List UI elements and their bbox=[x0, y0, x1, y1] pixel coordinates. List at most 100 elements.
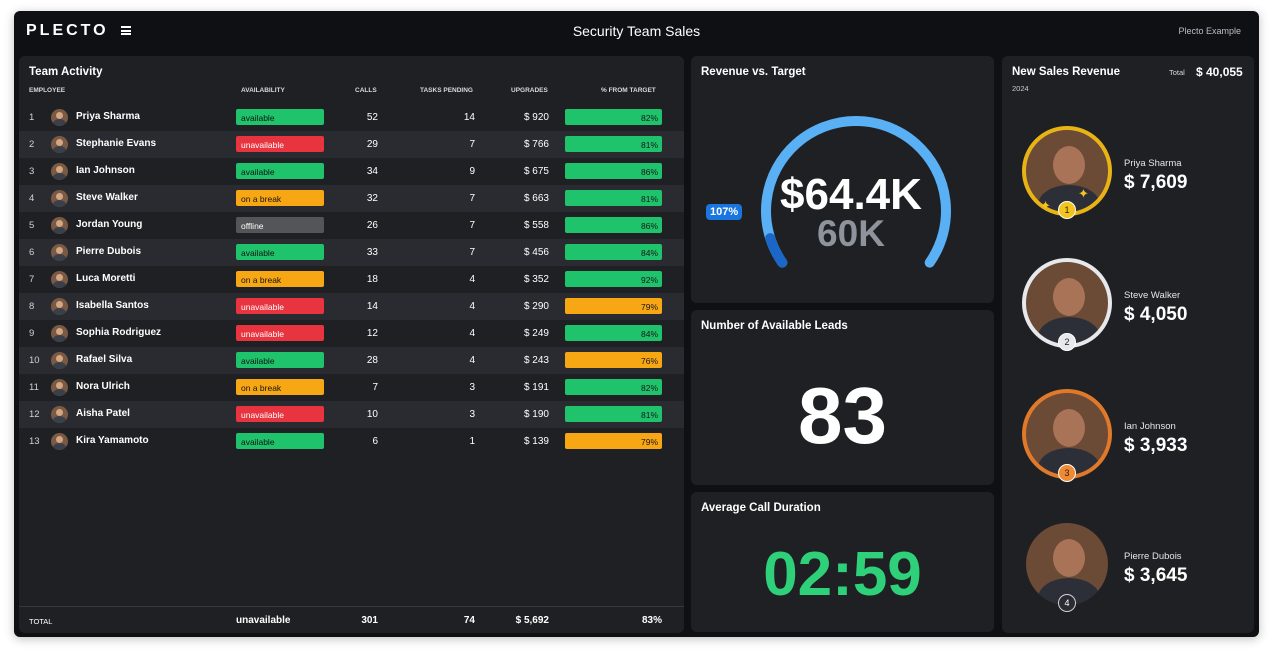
upgrades-cell: $ 558 bbox=[523, 220, 549, 231]
dashboard-frame: PLECTO Security Team Sales Plecto Exampl… bbox=[14, 11, 1259, 637]
employee-name[interactable]: Pierre Dubois bbox=[76, 246, 141, 257]
employee-name[interactable]: Luca Moretti bbox=[76, 273, 135, 284]
table-row[interactable]: 1 Priya Sharma available 52 14 $ 920 82% bbox=[19, 104, 684, 131]
availability-badge: on a break bbox=[236, 379, 324, 395]
leaderboard-entry[interactable]: 1 Priya Sharma $ 7,609 ✦ ✦ bbox=[1022, 126, 1252, 236]
total-label: TOTAL bbox=[29, 617, 53, 626]
table-row[interactable]: 5 Jordan Young offline 26 7 $ 558 86% bbox=[19, 212, 684, 239]
row-rank: 4 bbox=[29, 193, 35, 204]
availability-badge: available bbox=[236, 163, 324, 179]
availability-badge: available bbox=[236, 109, 324, 125]
row-rank: 3 bbox=[29, 166, 35, 177]
avatar bbox=[51, 244, 68, 261]
table-row[interactable]: 8 Isabella Santos unavailable 14 4 $ 290 79% bbox=[19, 293, 684, 320]
employee-name[interactable]: Priya Sharma bbox=[76, 111, 140, 122]
tasks-cell: 1 bbox=[469, 436, 475, 447]
employee-name[interactable]: Ian Johnson bbox=[76, 165, 135, 176]
calls-cell: 26 bbox=[366, 220, 378, 231]
table-row[interactable]: 6 Pierre Dubois available 33 7 $ 456 84% bbox=[19, 239, 684, 266]
table-row[interactable]: 12 Aisha Patel unavailable 10 3 $ 190 81% bbox=[19, 401, 684, 428]
upgrades-cell: $ 920 bbox=[523, 112, 549, 123]
leader-name: Pierre Dubois bbox=[1124, 551, 1182, 562]
tasks-cell: 9 bbox=[469, 166, 475, 177]
avatar bbox=[51, 136, 68, 153]
avatar bbox=[51, 271, 68, 288]
leaderboard-entry[interactable]: 2 Steve Walker $ 4,050 bbox=[1022, 258, 1252, 368]
availability-badge: unavailable bbox=[236, 298, 324, 314]
panel-title: Team Activity bbox=[29, 66, 103, 78]
calls-cell: 18 bbox=[366, 274, 378, 285]
target-percent-badge: 81% bbox=[565, 406, 662, 422]
calls-cell: 12 bbox=[366, 328, 378, 339]
row-rank: 6 bbox=[29, 247, 35, 258]
average-call-duration-panel: Average Call Duration 02:59 bbox=[691, 492, 994, 632]
column-header-upgrades: UPGRADES bbox=[511, 87, 548, 94]
table-row[interactable]: 3 Ian Johnson available 34 9 $ 675 86% bbox=[19, 158, 684, 185]
sales-total-value: $ 40,055 bbox=[1196, 65, 1243, 79]
avatar bbox=[51, 406, 68, 423]
avatar bbox=[51, 352, 68, 369]
employee-name[interactable]: Rafael Silva bbox=[76, 354, 132, 365]
employee-name[interactable]: Aisha Patel bbox=[76, 408, 130, 419]
leaderboard-entry[interactable]: 3 Ian Johnson $ 3,933 bbox=[1022, 389, 1252, 499]
available-leads-panel: Number of Available Leads 83 bbox=[691, 310, 994, 485]
target-percent-badge: 82% bbox=[565, 109, 662, 125]
total-target: 83% bbox=[641, 615, 662, 626]
row-rank: 12 bbox=[29, 409, 40, 420]
panel-title: Revenue vs. Target bbox=[701, 66, 806, 78]
employee-name[interactable]: Stephanie Evans bbox=[76, 138, 156, 149]
employee-name[interactable]: Sophia Rodriguez bbox=[76, 327, 161, 338]
calls-cell: 32 bbox=[366, 193, 378, 204]
upgrades-cell: $ 352 bbox=[523, 274, 549, 285]
employee-name[interactable]: Isabella Santos bbox=[76, 300, 149, 311]
leader-name: Ian Johnson bbox=[1124, 421, 1176, 432]
column-header-employee: EMPLOYEE bbox=[29, 87, 66, 94]
employee-name[interactable]: Jordan Young bbox=[76, 219, 142, 230]
table-row[interactable]: 13 Kira Yamamoto available 6 1 $ 139 79% bbox=[19, 428, 684, 455]
avatar bbox=[51, 325, 68, 342]
availability-badge: on a break bbox=[236, 271, 324, 287]
table-row[interactable]: 2 Stephanie Evans unavailable 29 7 $ 766 81% bbox=[19, 131, 684, 158]
leader-amount: $ 3,645 bbox=[1124, 565, 1188, 586]
leader-name: Steve Walker bbox=[1124, 290, 1181, 301]
upgrades-cell: $ 191 bbox=[523, 382, 549, 393]
leaderboard-entry[interactable]: 4 Pierre Dubois $ 3,645 bbox=[1022, 519, 1252, 629]
table-row[interactable]: 9 Sophia Rodriguez unavailable 12 4 $ 249 84% bbox=[19, 320, 684, 347]
upgrades-cell: $ 456 bbox=[523, 247, 549, 258]
rank-badge: 2 bbox=[1058, 333, 1076, 351]
calls-cell: 14 bbox=[366, 301, 378, 312]
table-row[interactable]: 10 Rafael Silva available 28 4 $ 243 76% bbox=[19, 347, 684, 374]
dashboard-title: Security Team Sales bbox=[572, 23, 701, 39]
target-percent-badge: 76% bbox=[565, 352, 662, 368]
target-percent-badge: 84% bbox=[565, 325, 662, 341]
employee-name[interactable]: Steve Walker bbox=[76, 192, 138, 203]
leader-amount: $ 4,050 bbox=[1124, 304, 1188, 325]
sparkle-icon: ✦ bbox=[1078, 186, 1089, 201]
tasks-cell: 7 bbox=[469, 220, 475, 231]
employee-name[interactable]: Nora Ulrich bbox=[76, 381, 130, 392]
avatar bbox=[51, 163, 68, 180]
table-row[interactable]: 11 Nora Ulrich on a break 7 3 $ 191 82% bbox=[19, 374, 684, 401]
panel-title: Average Call Duration bbox=[701, 502, 821, 514]
leader-name: Priya Sharma bbox=[1124, 158, 1182, 169]
column-header-target: % FROM TARGET bbox=[601, 87, 656, 94]
calls-cell: 6 bbox=[372, 436, 378, 447]
row-rank: 7 bbox=[29, 274, 35, 285]
panel-title: Number of Available Leads bbox=[701, 320, 848, 332]
row-rank: 9 bbox=[29, 328, 35, 339]
upgrades-cell: $ 675 bbox=[523, 166, 549, 177]
table-row[interactable]: 4 Steve Walker on a break 32 7 $ 663 81% bbox=[19, 185, 684, 212]
availability-badge: unavailable bbox=[236, 136, 324, 152]
avatar bbox=[51, 379, 68, 396]
avatar bbox=[51, 433, 68, 450]
employee-name[interactable]: Kira Yamamoto bbox=[76, 435, 149, 446]
avatar bbox=[51, 109, 68, 126]
account-name[interactable]: Plecto Example bbox=[1178, 26, 1241, 36]
target-percent-badge: 79% bbox=[565, 433, 662, 449]
target-percent-badge: 82% bbox=[565, 379, 662, 395]
table-row[interactable]: 7 Luca Moretti on a break 18 4 $ 352 92% bbox=[19, 266, 684, 293]
tasks-cell: 4 bbox=[469, 355, 475, 366]
availability-badge: available bbox=[236, 244, 324, 260]
avatar bbox=[51, 298, 68, 315]
availability-badge: available bbox=[236, 352, 324, 368]
